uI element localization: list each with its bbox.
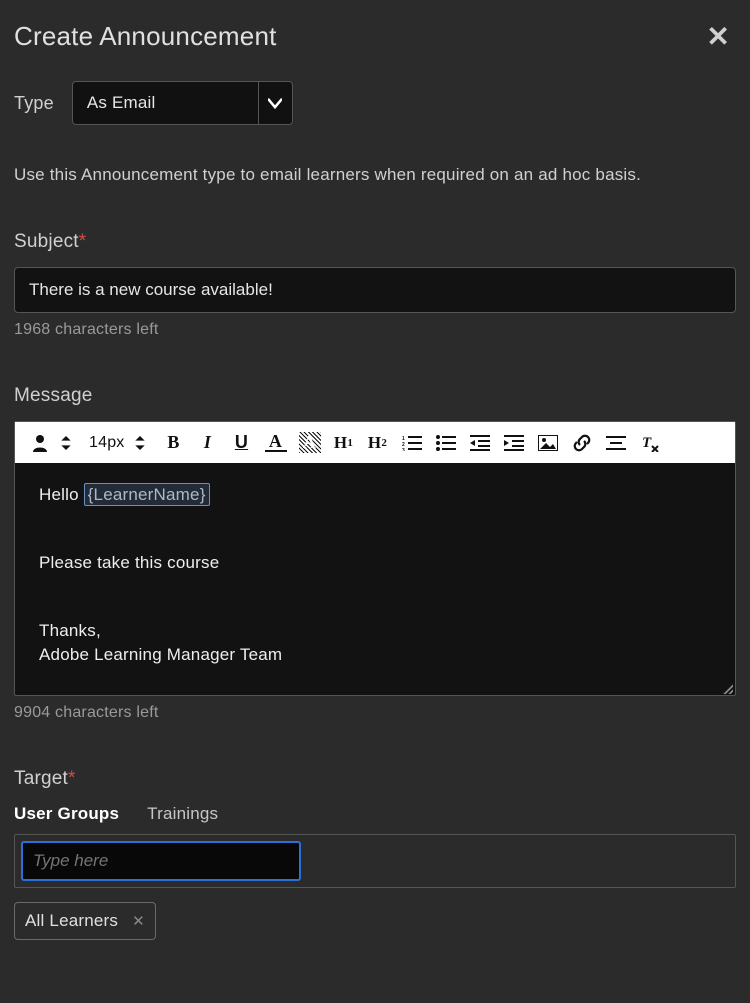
close-icon[interactable]: ✕ <box>700 20 736 53</box>
type-select[interactable]: As Email <box>72 81 293 125</box>
bold-icon[interactable]: B <box>163 432 185 453</box>
message-line3: Thanks, <box>39 621 711 641</box>
target-input[interactable] <box>21 841 301 881</box>
message-label: Message <box>14 385 736 407</box>
outdent-icon[interactable] <box>469 435 491 451</box>
tab-user-groups[interactable]: User Groups <box>14 804 119 824</box>
message-line2: Please take this course <box>39 553 711 573</box>
page-title: Create Announcement <box>14 21 277 52</box>
message-editor: 14px B I U A A H1 H2 123 <box>14 421 736 696</box>
required-asterisk: * <box>79 231 87 252</box>
editor-toolbar: 14px B I U A A H1 H2 123 <box>15 422 735 463</box>
image-icon[interactable] <box>537 435 559 451</box>
user-sorter-icon[interactable] <box>55 436 77 450</box>
chip-label: All Learners <box>25 911 118 931</box>
tab-trainings[interactable]: Trainings <box>147 804 218 824</box>
ordered-list-icon[interactable]: 123 <box>401 435 423 451</box>
subject-chars-left: 1968 characters left <box>14 321 736 339</box>
subject-input[interactable] <box>14 267 736 313</box>
type-helper-text: Use this Announcement type to email lear… <box>14 165 736 185</box>
message-greeting: Hello <box>39 485 84 504</box>
highlight-icon[interactable]: A <box>299 432 321 453</box>
underline-icon[interactable]: U <box>231 432 253 453</box>
type-select-value: As Email <box>73 82 258 124</box>
chevron-down-icon <box>258 82 292 124</box>
indent-icon[interactable] <box>503 435 525 451</box>
svg-text:3: 3 <box>402 448 405 451</box>
heading1-icon[interactable]: H1 <box>333 433 355 453</box>
svg-text:T: T <box>642 435 652 451</box>
heading2-icon[interactable]: H2 <box>367 433 389 453</box>
resize-handle-icon[interactable] <box>721 682 733 694</box>
chip-remove-icon[interactable]: ✕ <box>132 912 145 930</box>
text-color-icon[interactable]: A <box>265 433 287 451</box>
message-chars-left: 9904 characters left <box>14 704 736 722</box>
font-size-value[interactable]: 14px <box>89 434 125 452</box>
target-input-wrap <box>14 834 736 888</box>
chip-all-learners[interactable]: All Learners ✕ <box>14 902 156 940</box>
learner-name-token[interactable]: {LearnerName} <box>84 483 210 506</box>
message-body[interactable]: Hello {LearnerName} Please take this cou… <box>15 463 735 695</box>
target-label: Target* <box>14 768 736 790</box>
italic-icon[interactable]: I <box>197 432 219 453</box>
align-icon[interactable] <box>605 435 627 451</box>
clear-format-icon[interactable]: T <box>639 434 661 452</box>
font-size-sorter-icon[interactable] <box>129 436 151 450</box>
message-line4: Adobe Learning Manager Team <box>39 645 711 665</box>
user-icon[interactable] <box>29 434 51 452</box>
subject-label: Subject* <box>14 231 736 253</box>
required-asterisk: * <box>68 768 76 789</box>
unordered-list-icon[interactable] <box>435 435 457 451</box>
link-icon[interactable] <box>571 434 593 452</box>
type-label: Type <box>14 93 54 114</box>
